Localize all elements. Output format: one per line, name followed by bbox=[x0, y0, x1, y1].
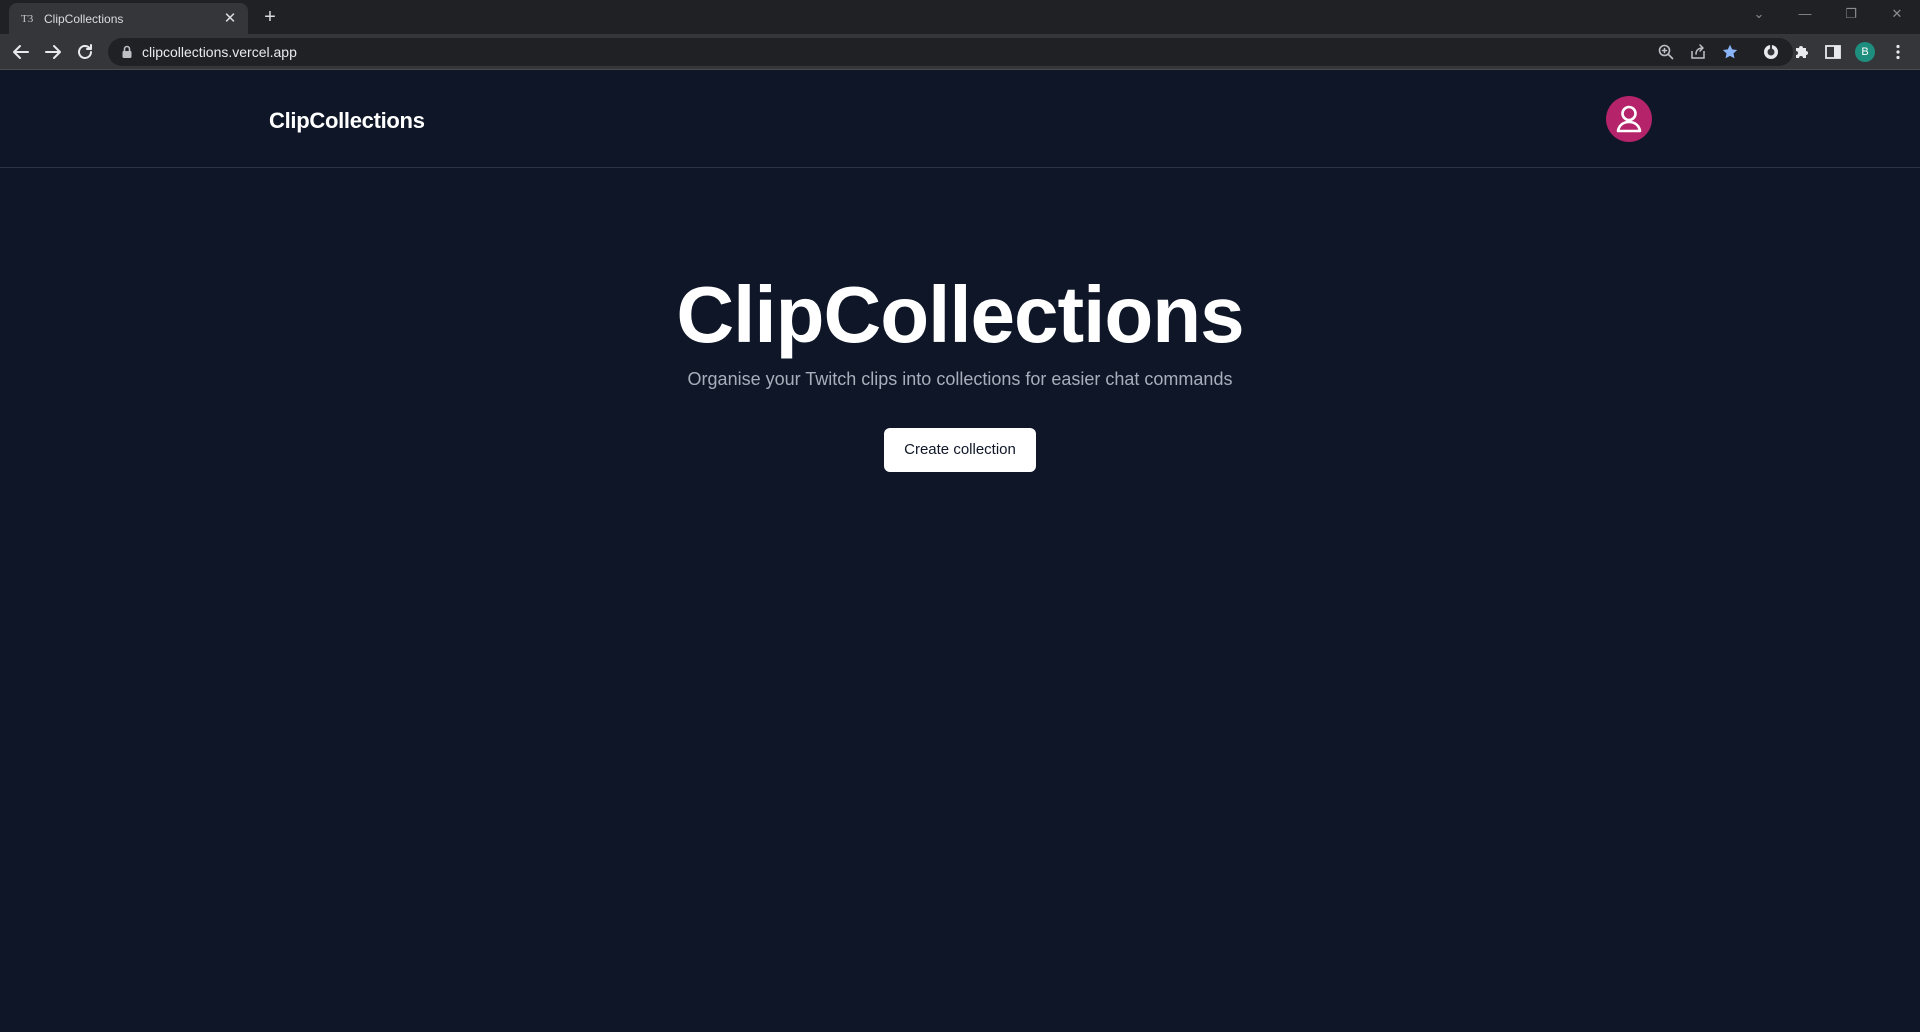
create-collection-button[interactable]: Create collection bbox=[884, 428, 1036, 472]
site-header: ClipCollections bbox=[0, 71, 1920, 168]
tab-favicon-icon: T3 bbox=[21, 13, 34, 25]
user-avatar-button[interactable] bbox=[1606, 96, 1652, 142]
share-icon[interactable] bbox=[1689, 43, 1707, 61]
address-bar[interactable]: clipcollections.vercel.app bbox=[108, 38, 1793, 66]
page-subtitle: Organise your Twitch clips into collecti… bbox=[687, 369, 1233, 389]
reload-icon[interactable] bbox=[73, 40, 97, 64]
tab-title: ClipCollections bbox=[44, 12, 124, 26]
tab-search-chevron-icon[interactable]: ⌄ bbox=[1746, 4, 1772, 24]
profile-avatar[interactable]: B bbox=[1855, 42, 1875, 62]
minimize-icon[interactable]: — bbox=[1792, 4, 1818, 24]
window-close-icon[interactable]: ✕ bbox=[1884, 4, 1910, 24]
brand-logo-link[interactable]: ClipCollections bbox=[269, 108, 425, 134]
forward-arrow-icon[interactable] bbox=[41, 40, 65, 64]
zoom-icon[interactable] bbox=[1657, 43, 1675, 61]
page-title: ClipCollections bbox=[676, 270, 1244, 359]
puzzle-icon[interactable] bbox=[1792, 42, 1812, 62]
page-content: ClipCollections ClipCollections Organise… bbox=[0, 71, 1920, 1032]
extension-icon[interactable] bbox=[1761, 42, 1781, 62]
tab-close-icon[interactable]: ✕ bbox=[222, 11, 238, 27]
lock-icon[interactable] bbox=[121, 45, 133, 59]
kebab-menu-icon[interactable] bbox=[1888, 42, 1908, 62]
back-arrow-icon[interactable] bbox=[9, 40, 33, 64]
new-tab-icon[interactable]: + bbox=[260, 7, 280, 27]
side-panel-icon[interactable] bbox=[1823, 42, 1843, 62]
browser-toolbar: clipcollections.vercel.app B bbox=[0, 34, 1920, 70]
user-icon bbox=[1616, 105, 1642, 133]
url-text[interactable]: clipcollections.vercel.app bbox=[142, 44, 297, 60]
browser-tab-strip: T3 ClipCollections ✕ + ⌄ — ❐ ✕ bbox=[0, 0, 1920, 34]
browser-tab[interactable]: T3 ClipCollections ✕ bbox=[9, 3, 248, 34]
restore-icon[interactable]: ❐ bbox=[1838, 4, 1864, 24]
bookmark-star-icon[interactable] bbox=[1721, 43, 1739, 61]
